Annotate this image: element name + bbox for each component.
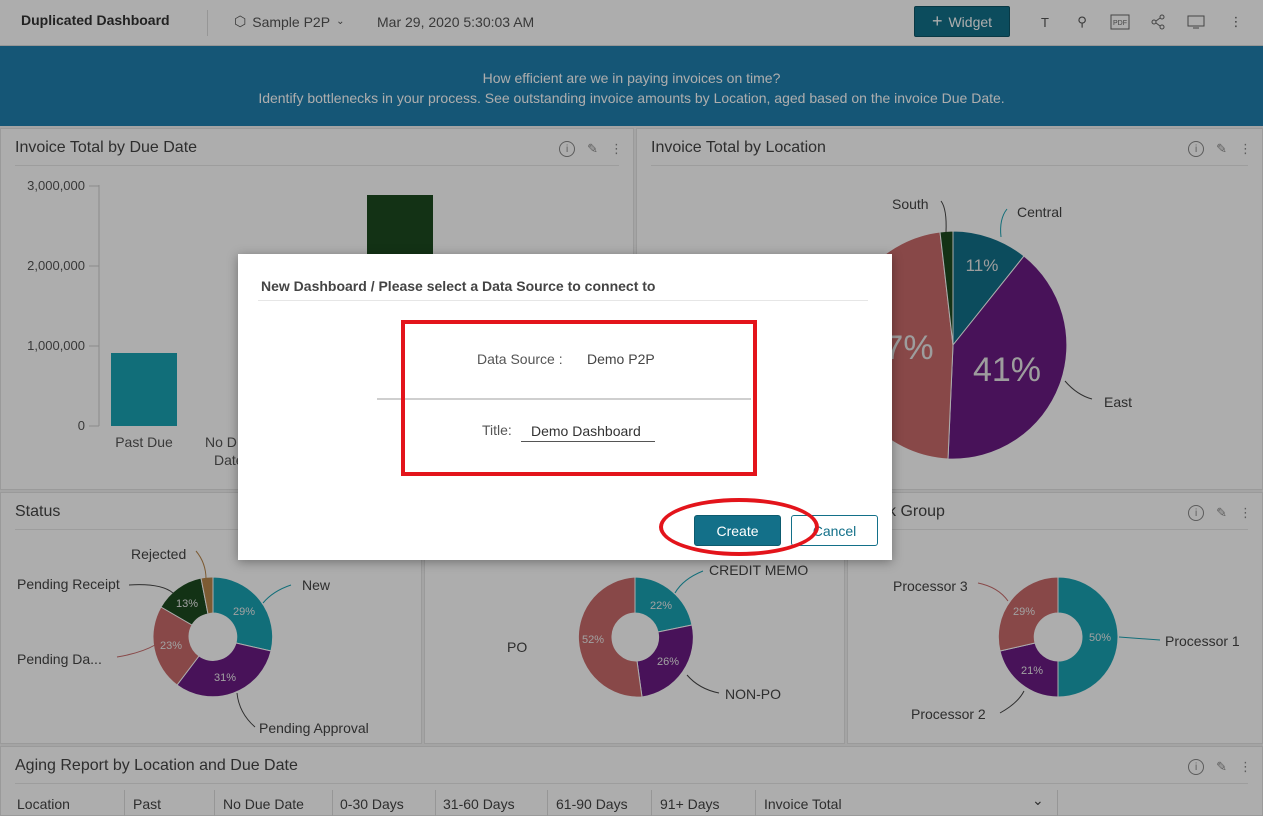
highlight-box xyxy=(401,320,757,476)
highlight-ellipse xyxy=(659,498,819,556)
dialog-title: New Dashboard / Please select a Data Sou… xyxy=(261,278,656,294)
divider xyxy=(258,300,868,301)
